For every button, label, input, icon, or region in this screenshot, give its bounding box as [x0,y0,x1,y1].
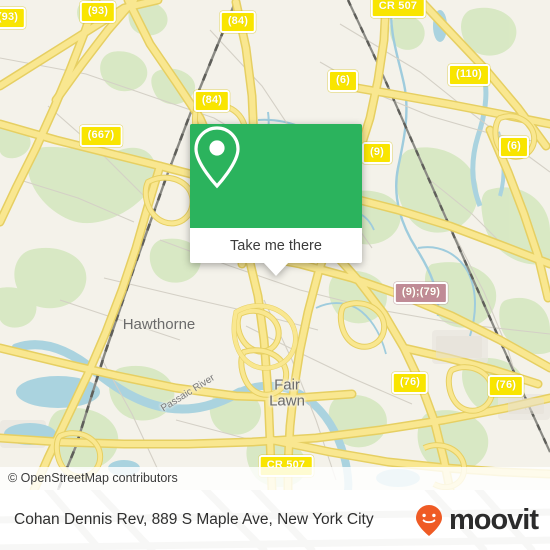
route-shield: (84) [219,11,257,33]
map-pin-icon [194,126,240,189]
moovit-smiley-pin-icon [415,505,442,536]
map-canvas[interactable]: (93) (93) (84) CR 507 (6) (110) (84) (667) (9) (6… [0,0,550,490]
route-shield: CR 507 [370,0,426,18]
route-shield: (6) [327,70,359,92]
popup-image-area [190,124,362,228]
map-attribution[interactable]: © OpenStreetMap contributors [0,467,550,490]
moovit-logo[interactable]: moovit [412,503,539,537]
location-title: Cohan Dennis Rev, 889 S Maple Ave, New Y… [14,511,374,528]
route-shield: (667) [79,125,123,147]
location-popup-card[interactable]: Take me there [190,124,362,276]
route-shield: (110) [447,64,491,86]
route-shield: (76) [487,375,525,397]
moovit-wordmark: moovit [448,503,539,536]
route-shield: (76) [391,372,429,394]
popup-tail [263,262,289,276]
take-me-there-button[interactable]: Take me there [190,228,362,263]
route-shield: (93) [0,7,27,29]
take-me-there-label: Take me there [230,237,322,254]
route-shield: (84) [193,90,231,112]
route-shield: (6) [498,136,530,158]
moovit-map-screenshot: (93) (93) (84) CR 507 (6) (110) (84) (667) (9) (6… [0,0,550,550]
route-shield: (93) [79,1,117,23]
route-shield: (9) [361,142,393,164]
footer-bar: Cohan Dennis Rev, 889 S Maple Ave, New Y… [0,490,550,550]
route-shield: (9);(79) [393,282,449,304]
